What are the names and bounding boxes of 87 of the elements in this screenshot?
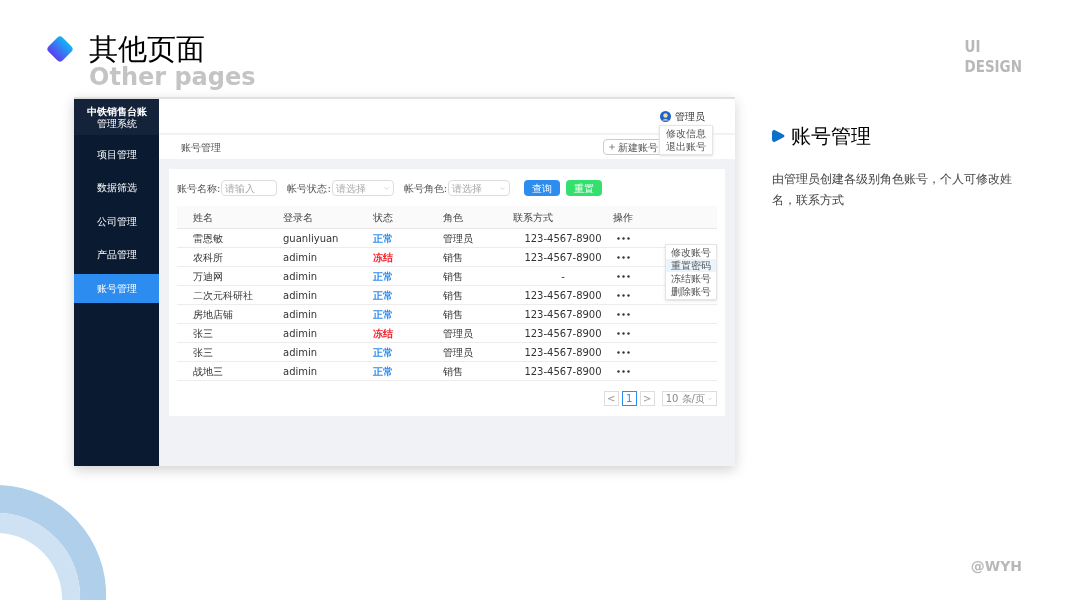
sidebar-item[interactable]: 产品管理 [74, 240, 159, 269]
table-cell-text: 销售 [443, 307, 464, 322]
app-subtitle: 管理系统 [96, 117, 137, 130]
column-header: 登录名 [283, 210, 314, 225]
brand-text: DESIGN [964, 57, 1022, 77]
table-cell-text: adimin [283, 307, 319, 322]
table-cell-text: adimin [283, 288, 319, 303]
page-button[interactable]: 1 [621, 391, 637, 406]
input-field[interactable]: 请输入 [221, 180, 278, 196]
table-cell-text: 张三 [193, 326, 214, 341]
table-cell-text: 销售 [443, 288, 464, 303]
filter-label: 帐号角色: [403, 181, 448, 196]
table-cell-text: 销售 [443, 364, 464, 379]
user-name: 管理员 [675, 109, 705, 124]
status-text: 正常 [373, 345, 394, 360]
table-cell-text: adimin [283, 250, 319, 265]
table-cell-text: 农科所 [193, 250, 224, 265]
table-cell-text: 管理员 [443, 345, 474, 360]
column-header: 姓名 [193, 210, 214, 225]
status-text: 正常 [373, 269, 394, 284]
chevron-down-icon [499, 184, 507, 192]
table-cell-text: 123-4567-8900 [524, 231, 602, 246]
table-cell-text: 123-4567-8900 [524, 345, 602, 360]
section-title: 账号管理 [791, 123, 871, 150]
table-cell-text: guanliyuan [283, 231, 340, 246]
status-text: 正常 [373, 307, 394, 322]
table-cell-text: 战地三 [193, 364, 224, 379]
column-header: 状态 [373, 210, 394, 225]
section-description: 由管理员创建各级别角色账号，个人可修改姓名，联系方式 [772, 171, 1013, 209]
filter-label: 帐号状态: [287, 181, 331, 196]
menu-item[interactable]: 重置密码 [666, 259, 716, 272]
more-icon[interactable] [617, 236, 630, 240]
sidebar-item[interactable]: 数据筛选 [74, 173, 159, 202]
table-cell-text: 雷恩敏 [193, 231, 224, 246]
table-cell-text: adimin [283, 326, 319, 341]
more-icon[interactable] [617, 274, 630, 278]
menu-item[interactable]: 退出账号 [660, 140, 712, 153]
table-cell-text: adimin [283, 269, 319, 284]
sidebar-item[interactable]: 公司管理 [74, 206, 159, 236]
column-header: 联系方式 [513, 210, 554, 225]
status-text: 正常 [373, 231, 394, 246]
column-header: 操作 [613, 210, 633, 225]
avatar-icon [660, 110, 671, 122]
table-cell-text: 万迪网 [193, 269, 224, 284]
table-cell-text: 二次元科研社 [193, 288, 254, 303]
table-cell-text: 管理员 [443, 231, 474, 246]
chevron-down-icon [382, 184, 390, 192]
table-cell-text: 123-4567-8900 [524, 326, 602, 341]
table-cell-text: 房地店铺 [193, 307, 234, 322]
page-size-select[interactable]: 10 条/页 [661, 391, 717, 406]
slide-subtitle: Other pages [89, 65, 256, 89]
brand-text: UI [964, 37, 981, 57]
table-cell-text: 123-4567-8900 [524, 307, 602, 322]
status-text: 冻结 [373, 326, 394, 341]
status-text: 正常 [373, 364, 394, 379]
table-cell-text: adimin [283, 364, 319, 379]
table-cell-text: adimin [283, 345, 319, 360]
table-cell-text: 123-4567-8900 [524, 364, 602, 379]
menu-item[interactable]: 修改账号 [666, 246, 716, 259]
more-icon[interactable] [617, 369, 630, 373]
table-cell-text: 销售 [443, 269, 464, 284]
status-text: 冻结 [373, 250, 394, 265]
table-cell-text: 张三 [193, 345, 214, 360]
more-icon[interactable] [617, 312, 630, 316]
table-cell-text: 管理员 [443, 326, 474, 341]
signature: @WYH [970, 557, 1022, 576]
menu-item[interactable]: 修改信息 [660, 127, 712, 140]
more-icon[interactable] [617, 293, 630, 297]
menu-item[interactable]: 冻结账号 [666, 272, 716, 285]
more-icon[interactable] [617, 350, 630, 354]
column-header: 角色 [443, 210, 464, 225]
chevron-down-icon [707, 395, 713, 402]
menu-item[interactable]: 删除账号 [666, 285, 716, 298]
sidebar-item[interactable]: 项目管理 [74, 139, 159, 169]
play-icon [772, 129, 785, 143]
table-cell-text: 销售 [443, 250, 464, 265]
more-icon[interactable] [617, 331, 630, 335]
plus-icon [608, 143, 616, 151]
breadcrumb: 账号管理 [181, 140, 221, 155]
table-cell-text: 123-4567-8900 [524, 288, 602, 303]
app-name: 中铁销售台账 [86, 104, 147, 118]
table-cell-text: - [561, 269, 565, 284]
status-text: 正常 [373, 288, 394, 303]
filter-label: 账号名称: [177, 181, 221, 196]
slide-title: 其他页面 [89, 34, 205, 64]
more-icon[interactable] [617, 255, 630, 259]
table-cell-text: 123-4567-8900 [524, 250, 602, 265]
